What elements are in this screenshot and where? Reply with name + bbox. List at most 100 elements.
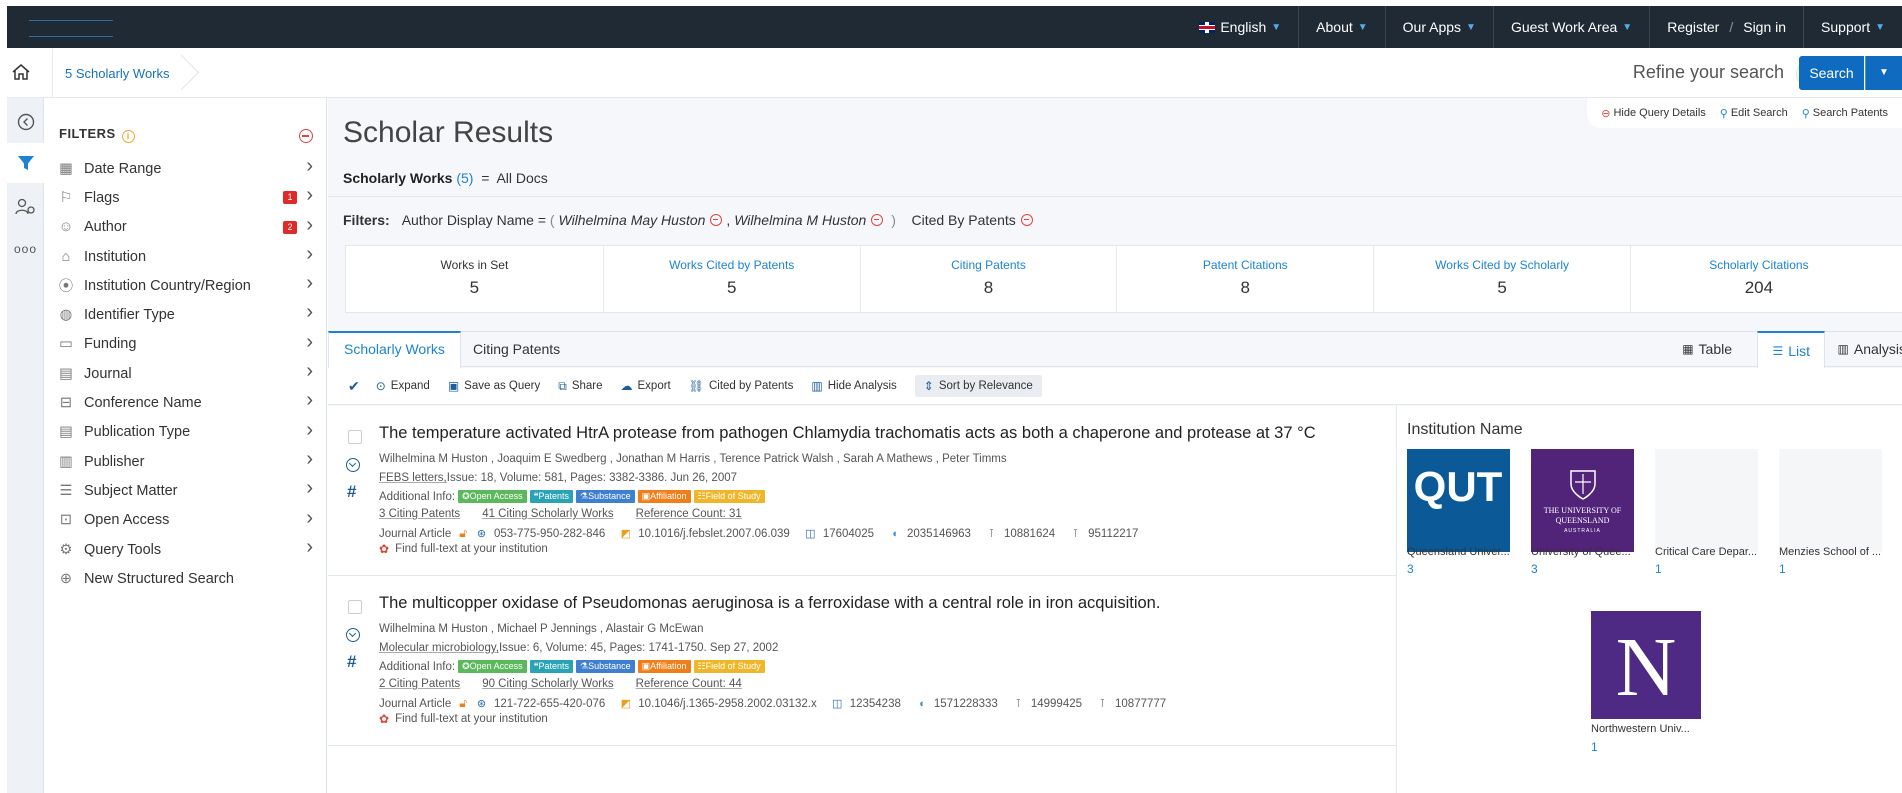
filter-item[interactable]: ▭ Funding › [59,330,317,359]
filter-item[interactable]: ▤ Publication Type › [59,418,317,447]
search-button[interactable]: Search [1799,56,1864,90]
info-chip[interactable]: ✪Open Access [458,490,527,503]
expand-result-icon[interactable] [346,628,360,642]
id3[interactable]: 14999425 [1031,698,1082,710]
signin-link[interactable]: Sign in [1743,19,1786,35]
stat-cell[interactable]: Works Cited by Patents 5 [602,246,860,312]
tab-citing-patents[interactable]: Citing Patents [458,331,575,367]
journal-link[interactable]: Molecular microbiology, [379,642,499,654]
stat-cell[interactable]: Citing Patents 8 [859,246,1117,312]
id4[interactable]: 95112217 [1088,528,1138,540]
mag-id[interactable]: 1571228333 [934,698,998,710]
about-menu[interactable]: About ▼ [1298,6,1385,48]
remove-filter-icon[interactable] [710,214,723,226]
institution-count[interactable]: 1 [1779,562,1786,576]
filter-tab-button[interactable] [7,143,44,183]
info-chip[interactable]: ⚗Substance [576,490,635,503]
filter-item[interactable]: ⊕ New Structured Search [59,564,317,593]
filter-item[interactable]: ⊡ Open Access › [59,506,317,535]
save-as-query-button[interactable]: ▣ Save as Query [448,379,540,393]
stat-cell[interactable]: Patent Citations 8 [1116,246,1373,312]
institution-count[interactable]: 3 [1407,562,1414,576]
register-link[interactable]: Register [1667,19,1719,35]
pubmed-id[interactable]: 17604025 [823,528,874,540]
search-dropdown-button[interactable]: ▼ [1865,56,1902,90]
filter-item[interactable]: ⚙ Query Tools › [59,535,317,564]
fulltext-link[interactable]: Find full-text at your institution [395,713,548,725]
search-patents-button[interactable]: ⚲ Search Patents [1802,107,1888,120]
institution-count[interactable]: 3 [1531,562,1538,576]
home-icon[interactable] [11,63,33,83]
guest-work-area-menu[interactable]: Guest Work Area ▼ [1492,6,1649,48]
reference-count-link[interactable]: Reference Count: 44 [636,678,742,690]
view-analysis-button[interactable]: ▥ Analysis [1824,331,1902,367]
filter-item[interactable]: ⦿ Institution Country/Region › [59,271,317,300]
expand-button[interactable]: ⊙ Expand [376,379,430,393]
site-logo[interactable] [29,12,113,40]
hide-analysis-button[interactable]: ▥ Hide Analysis [811,379,896,393]
our-apps-menu[interactable]: Our Apps ▼ [1384,6,1493,48]
stat-cell[interactable]: Scholarly Citations 204 [1629,246,1887,312]
filter-item[interactable]: ☺ Author 2 › [59,213,317,242]
institution-count[interactable]: 1 [1591,740,1598,754]
institution-count[interactable]: 1 [1655,562,1662,576]
filter-item[interactable]: ▦ Date Range › [59,154,317,183]
fulltext-link[interactable]: Find full-text at your institution [395,543,548,555]
doi[interactable]: 10.1016/j.febslet.2007.06.039 [638,528,790,540]
tab-scholarly-works[interactable]: Scholarly Works [328,331,461,368]
filter-item[interactable]: ⌂ Institution › [59,242,317,271]
doi[interactable]: 10.1046/j.1365-2958.2002.03132.x [638,698,816,710]
info-chip[interactable]: ❝Patents [529,490,574,503]
result-title[interactable]: The temperature activated HtrA protease … [379,424,1316,443]
citing-scholarly-link[interactable]: 41 Citing Scholarly Works [482,508,613,520]
filter-item[interactable]: ⊟ Conference Name › [59,388,317,417]
filter-item[interactable]: ▤ Journal › [59,359,317,388]
share-button[interactable]: ⧉ Share [558,379,602,394]
id3[interactable]: 10881624 [1004,528,1055,540]
id4[interactable]: 10877777 [1115,698,1166,710]
citing-patents-link[interactable]: 3 Citing Patents [379,508,460,520]
collapse-panel-button[interactable] [7,102,44,142]
cited-by-patents-button[interactable]: ⛓ Cited by Patents [689,379,794,393]
remove-filter-icon[interactable] [871,214,884,226]
result-title[interactable]: The multicopper oxidase of Pseudomonas a… [379,594,1160,613]
info-chip[interactable]: ☷Field of Study [693,660,765,673]
edit-search-button[interactable]: ⚲ Edit Search [1720,107,1788,120]
filter-item[interactable]: ▥ Publisher › [59,447,317,476]
users-settings-button[interactable] [7,187,44,227]
info-chip[interactable]: ❝Patents [529,660,574,673]
select-all-check-icon[interactable]: ✔ [348,378,360,395]
filter-item[interactable]: ⚐ Flags 1 › [59,183,317,212]
citing-patents-link[interactable]: 2 Citing Patents [379,678,460,690]
language-menu[interactable]: English ▼ [1182,6,1298,48]
hash-icon[interactable]: # [347,652,356,672]
view-table-button[interactable]: ▦ Table [1668,331,1746,367]
result-checkbox[interactable] [348,430,362,444]
hash-icon[interactable]: # [347,482,356,502]
breadcrumb[interactable]: 5 Scholarly Works [52,48,188,98]
export-button[interactable]: ☁ Export [621,379,671,393]
institution-card[interactable]: N Northwestern Univ... 1 [1581,606,1701,754]
lens-id[interactable]: 121-722-655-420-076 [494,698,605,710]
citing-scholarly-link[interactable]: 90 Citing Scholarly Works [482,678,613,690]
expand-result-icon[interactable] [346,458,360,472]
filter-item[interactable]: ☰ Subject Matter › [59,476,317,505]
pubmed-id[interactable]: 12354238 [850,698,901,710]
institution-card[interactable]: THE UNIVERSITY OF QUEENSLAND AUSTRALIA U… [1521,444,1634,579]
authors-text[interactable]: Wilhelmina M Huston , Joaquim E Swedberg… [379,453,1007,465]
filter-item[interactable]: ◍ Identifier Type › [59,300,317,329]
lens-id[interactable]: 053-775-950-282-846 [494,528,605,540]
info-chip[interactable]: ☷Field of Study [693,490,765,503]
more-options-button[interactable]: ooo [7,229,44,269]
info-chip[interactable]: ⚗Substance [576,660,635,673]
journal-link[interactable]: FEBS letters, [379,472,447,484]
remove-filter-icon[interactable] [1020,214,1033,226]
stat-cell[interactable]: Works Cited by Scholarly 5 [1373,246,1630,312]
hide-query-details-button[interactable]: ⊖ Hide Query Details [1601,107,1706,120]
institution-card[interactable]: Critical Care Depar... 1 [1645,444,1758,579]
authors-text[interactable]: Wilhelmina M Huston , Michael P Jennings… [379,623,703,635]
info-chip[interactable]: ▣Affiliation [637,490,691,503]
sort-by-relevance-button[interactable]: ⇕ Sort by Relevance [914,375,1042,397]
reference-count-link[interactable]: Reference Count: 31 [636,508,742,520]
info-icon[interactable]: i [121,130,135,143]
